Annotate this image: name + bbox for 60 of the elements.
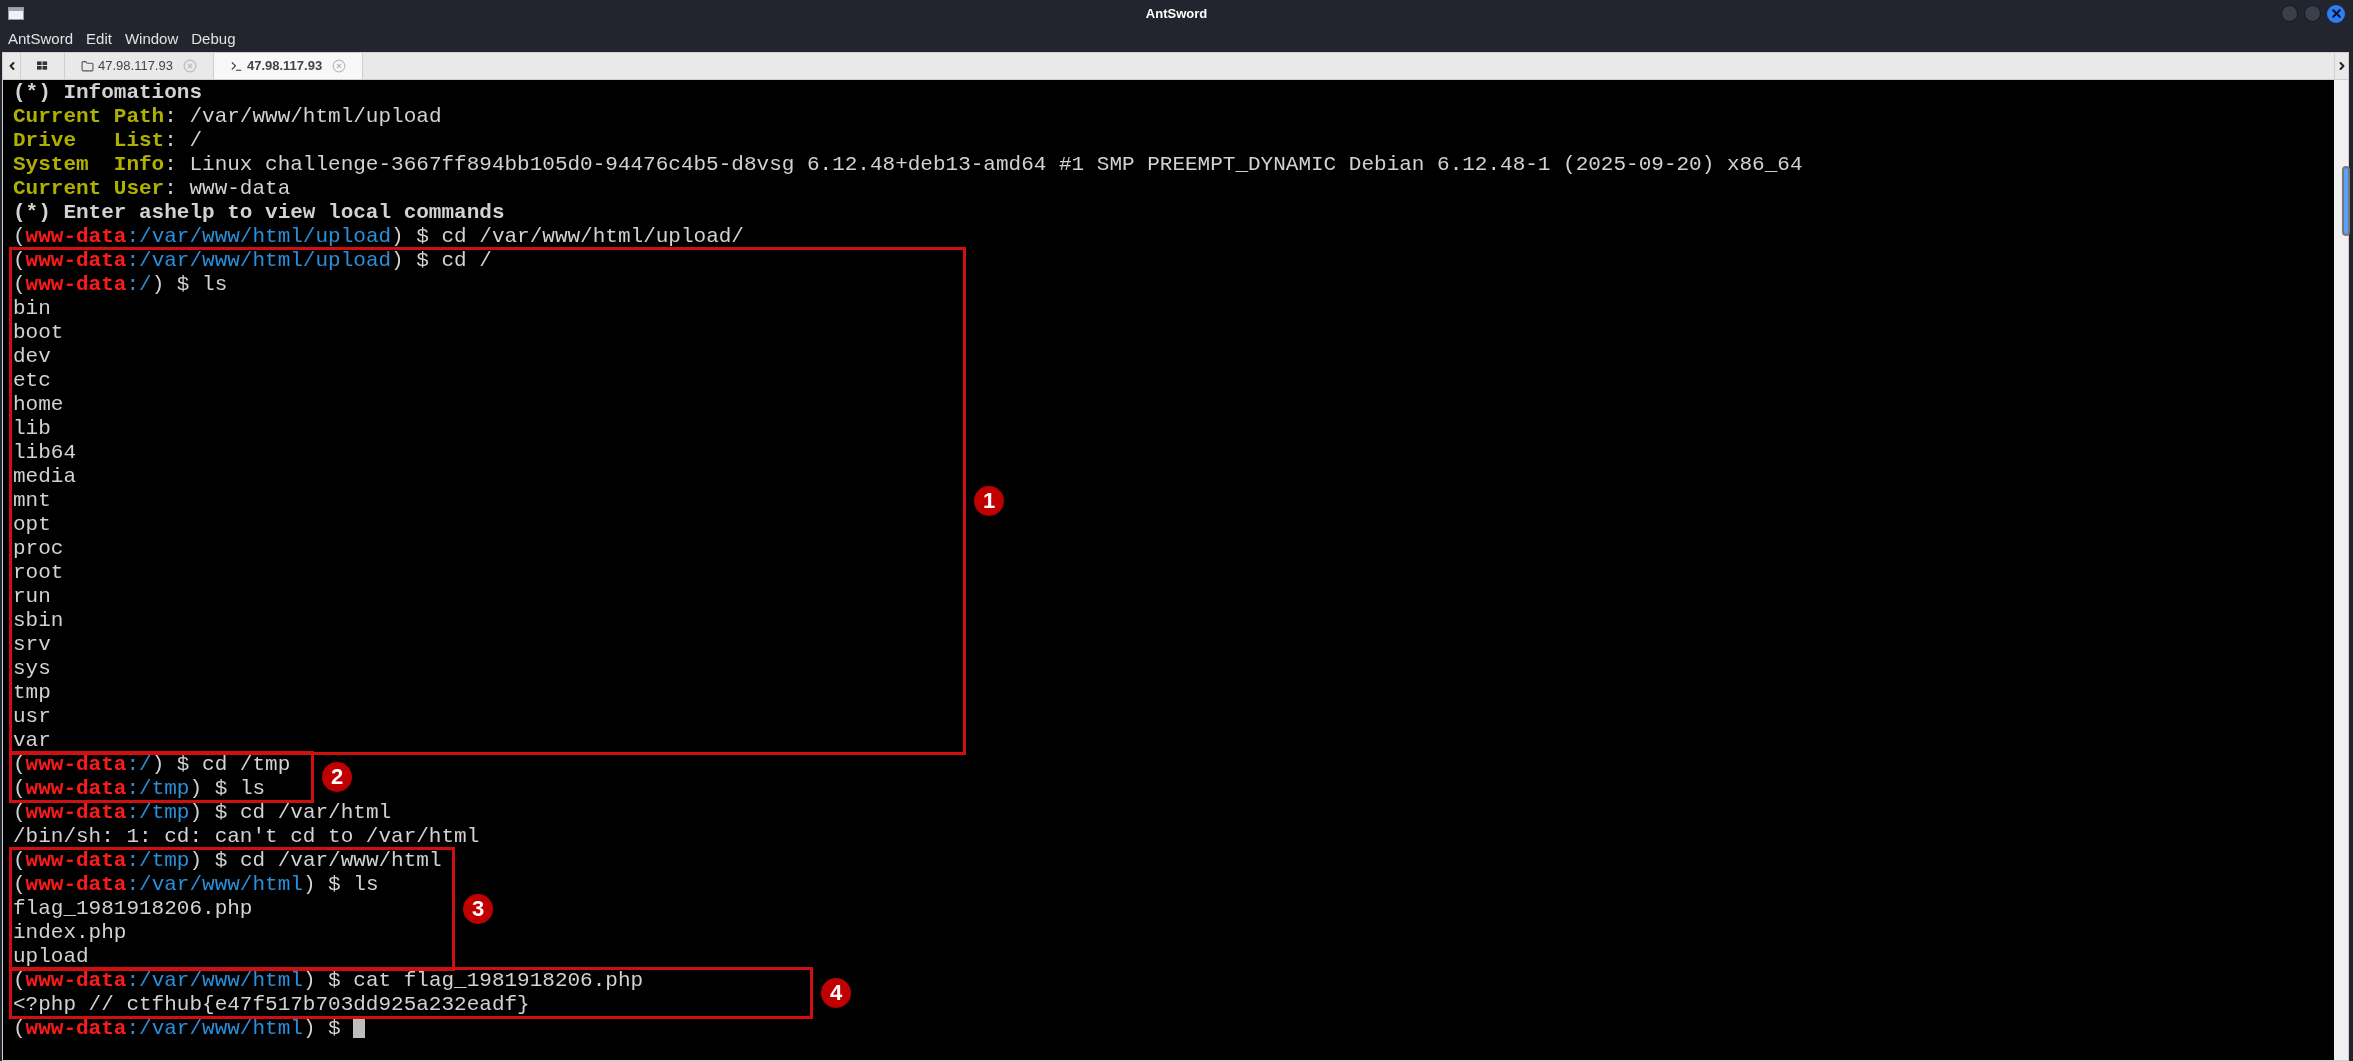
output-line: index.php [13, 921, 127, 945]
output-line: lib [13, 417, 51, 441]
window-title: AntSword [1145, 4, 1208, 23]
output-line: run [13, 585, 51, 609]
maximize-button[interactable] [2304, 4, 2321, 22]
output-line: mnt [13, 489, 51, 513]
terminal-icon [229, 59, 243, 73]
folder-icon [81, 59, 94, 73]
output-line: tmp [13, 681, 51, 705]
output-line: opt [13, 513, 51, 537]
output-line: etc [13, 369, 51, 393]
output-line: home [13, 393, 64, 417]
output-line: sys [13, 657, 51, 681]
prompt-line: (www-data:/) $ ls [13, 273, 228, 297]
tab[interactable]: 47.98.117.93 [213, 53, 364, 79]
output-line: usr [13, 705, 51, 729]
prompt-line: (www-data:/var/www/html) $ ls [13, 873, 379, 897]
prompt-line: (www-data:/var/www/html) $ cat flag_1981918206.php [13, 969, 644, 993]
output-line: var [13, 729, 51, 753]
close-tab-icon[interactable] [332, 59, 347, 73]
menu-item[interactable]: Edit [86, 28, 112, 51]
info-line: Current User: www-data [13, 177, 291, 201]
prompt-line: (www-data:/tmp) $ cd /var/html [13, 801, 392, 825]
window-icon [8, 7, 24, 20]
output-line: root [13, 561, 64, 585]
annotation-number: 4 [821, 978, 851, 1008]
terminal-heading: (*) Enter ashelp to view local commands [13, 201, 505, 225]
annotation-number: 1 [974, 486, 1004, 516]
menu-item[interactable]: AntSword [8, 28, 74, 51]
prompt-line: (www-data:/) $ cd /tmp [13, 753, 291, 777]
terminal-heading: (*) Infomations [13, 81, 203, 105]
output-line: boot [13, 321, 64, 345]
close-button[interactable] [2327, 4, 2345, 23]
close-tab-icon[interactable] [182, 59, 197, 73]
annotation-number: 3 [463, 894, 493, 924]
close-icon [2329, 7, 2343, 20]
output-line: srv [13, 633, 51, 657]
output-line: flag_1981918206.php [13, 897, 253, 921]
info-line: System Info: Linux challenge-3667ff894bb105d0-94476c4b5-d8vsg 6.12.48+deb13-amd64 #1 SMP PREEMPT_DYNAMIC Debian 6.12.48-1 (2025-09-20) x86_64 [13, 153, 1803, 177]
output-line: lib64 [13, 441, 76, 465]
output-line: bin [13, 297, 51, 321]
annotation-number: 2 [322, 762, 352, 792]
output-line: <?php // ctfhub{e47f517b703dd925a232eadf} [13, 993, 530, 1017]
menu-item[interactable]: Window [124, 28, 179, 51]
output-line: dev [13, 345, 51, 369]
info-line: Drive List: / [13, 129, 203, 153]
grid-icon [37, 61, 48, 71]
output-line: sbin [13, 609, 64, 633]
output-line: /bin/sh: 1: cd: can't cd to /var/html [13, 825, 480, 849]
prompt-line: (www-data:/var/www/html/upload) $ cd /var/www/html/upload/ [13, 225, 744, 249]
info-line: Current Path: /var/www/html/upload [13, 105, 442, 129]
prompt-line: (www-data:/var/www/html/upload) $ cd / [13, 249, 492, 273]
prompt-line: (www-data:/tmp) $ ls [13, 777, 266, 801]
menu-item[interactable]: Debug [191, 28, 236, 51]
prompt-line: (www-data:/tmp) $ cd /var/www/html [13, 849, 442, 873]
prompt-line: (www-data:/var/www/html) $ [13, 1017, 366, 1041]
output-line: proc [13, 537, 64, 561]
output-line: media [13, 465, 76, 489]
output-line: upload [13, 945, 89, 969]
minimize-button[interactable] [2281, 4, 2298, 22]
